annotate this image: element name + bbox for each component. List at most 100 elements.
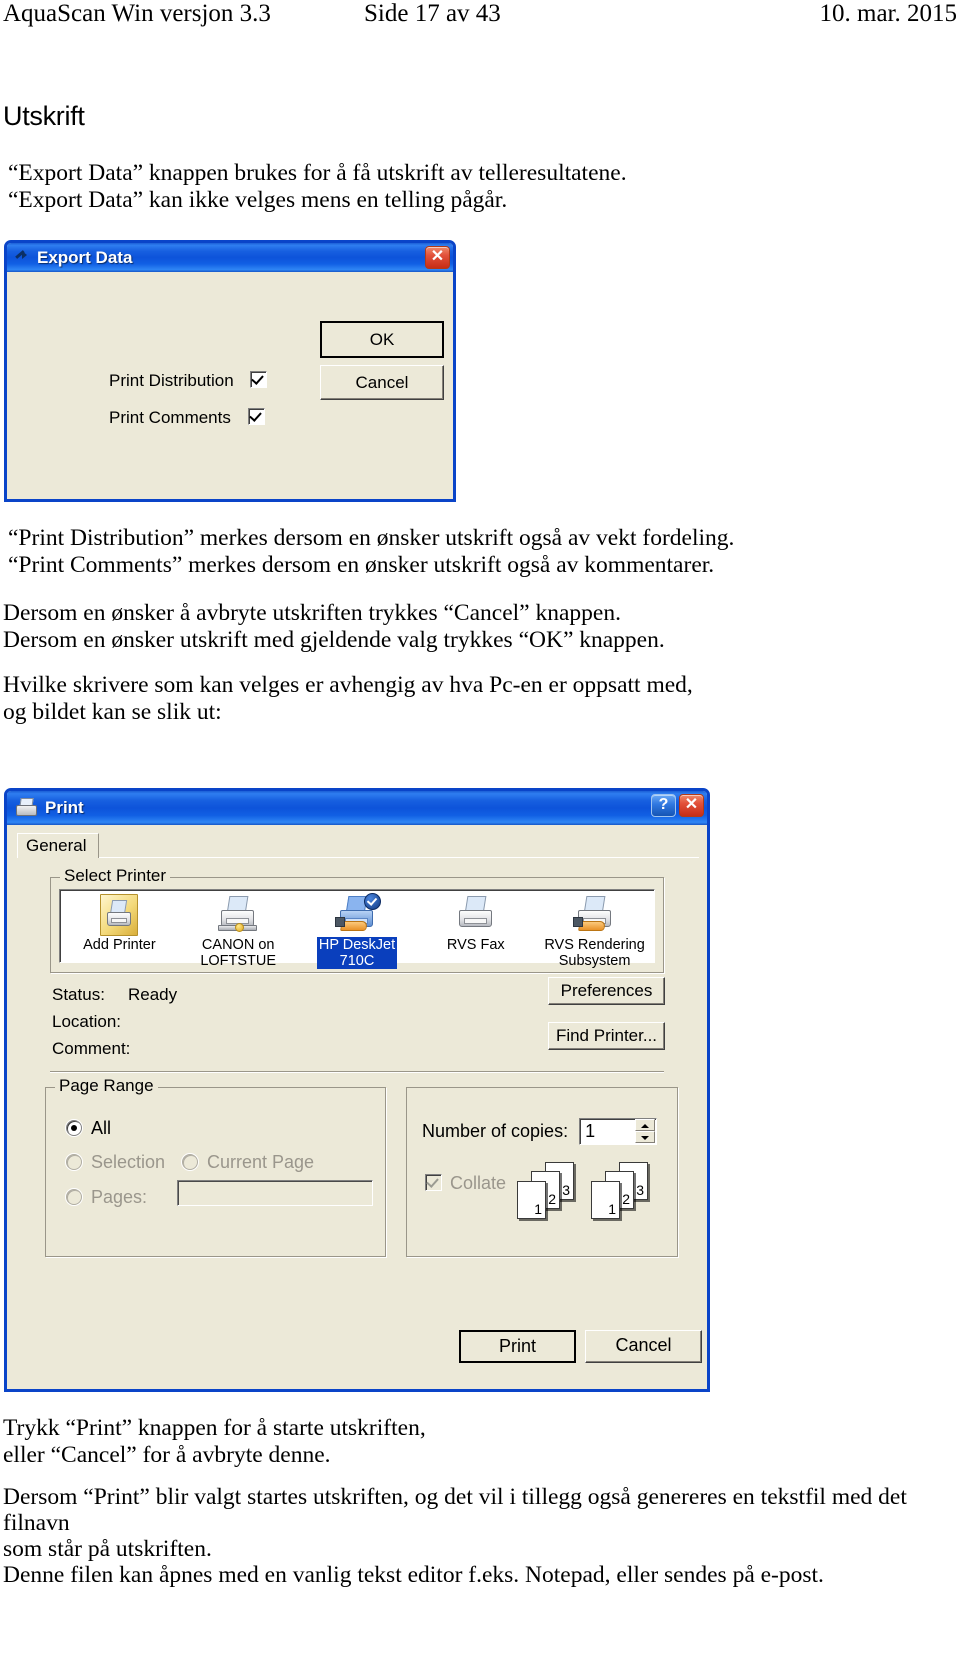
paragraph-after-export-3: Hvilke skrivere som kan velges er avheng… <box>3 672 693 725</box>
radio-current-page-row: Current Page <box>182 1152 314 1173</box>
add-printer-icon <box>96 894 142 936</box>
location-row: Location: <box>52 1008 177 1035</box>
print-comments-checkbox[interactable] <box>247 408 265 425</box>
collate-label: Collate <box>450 1173 507 1193</box>
export-data-dialog: Export Data ✕ OK Cancel Print Distributi… <box>4 240 456 502</box>
printer-icon <box>15 798 37 818</box>
print-button[interactable]: Print <box>459 1330 576 1363</box>
print-cancel-button[interactable]: Cancel <box>585 1330 702 1363</box>
ok-button[interactable]: OK <box>320 321 444 358</box>
printer-icon <box>215 895 261 935</box>
tabstrip: General <box>17 833 699 858</box>
printer-item-hp-deskjet[interactable]: HP DeskJet 710C <box>298 893 417 969</box>
printer-icon <box>453 895 499 935</box>
select-printer-group: Select Printer Add Printer CANON on LOFT… <box>50 866 664 973</box>
radio-current-page-label: Current Page <box>207 1152 315 1172</box>
tab-general[interactable]: General <box>17 833 100 858</box>
printer-item-canon[interactable]: CANON on LOFTSTUE <box>179 895 298 969</box>
radio-pages-label: Pages: <box>91 1187 148 1207</box>
printer-icon-selected <box>334 893 381 935</box>
collate-stack-2: 3 2 1 <box>591 1162 657 1224</box>
collate-page-number: 2 <box>622 1191 630 1207</box>
print-dialog: Print ? ✕ General Select Printer Add Pri… <box>4 788 710 1392</box>
export-dialog-body: OK Cancel Print Distribution Print Comme… <box>7 272 453 499</box>
copies-value[interactable]: 1 <box>585 1121 595 1142</box>
header-page-number: Side 17 av 43 <box>364 0 501 27</box>
printer-label: CANON on LOFTSTUE <box>200 937 277 969</box>
copies-row: Number of copies: 1 <box>422 1118 658 1145</box>
print-dialog-titlebar: Print ? ✕ <box>7 791 707 825</box>
print-distribution-checkbox-row[interactable]: Print Distribution <box>109 371 268 391</box>
tail-paragraph-1: Trykk “Print” knappen for å starte utskr… <box>3 1415 426 1468</box>
printer-status-block: Status: Ready Location: Comment: <box>52 981 177 1062</box>
print-dialog-title: Print <box>45 798 84 817</box>
radio-pages-row: Pages: <box>66 1187 147 1208</box>
collate-checkbox <box>425 1174 442 1191</box>
collate-page-number: 3 <box>636 1182 644 1198</box>
print-dialog-body: General Select Printer Add Printer CANON… <box>7 825 707 1389</box>
printer-label: RVS Fax <box>446 937 505 953</box>
page-range-label: Page Range <box>55 1076 158 1096</box>
status-label: Status: <box>52 985 105 1004</box>
select-printer-label: Select Printer <box>60 866 171 886</box>
export-dialog-title: Export Data <box>37 247 133 267</box>
status-value: Ready <box>128 985 178 1004</box>
close-icon[interactable]: ✕ <box>425 246 450 269</box>
cancel-button[interactable]: Cancel <box>320 365 444 400</box>
copies-stepper[interactable]: 1 <box>579 1118 658 1145</box>
comment-label: Comment: <box>52 1039 131 1058</box>
collate-page-number: 2 <box>548 1191 556 1207</box>
pages-input[interactable] <box>177 1180 373 1206</box>
printer-label: HP DeskJet 710C <box>316 937 398 969</box>
print-comments-label: Print Comments <box>109 408 231 427</box>
header-app-title: AquaScan Win versjon 3.3 <box>3 0 271 27</box>
default-printer-check-icon <box>363 893 381 910</box>
export-dialog-titlebar: Export Data ✕ <box>7 243 453 272</box>
radio-all-row[interactable]: All <box>66 1118 111 1139</box>
page-header: AquaScan Win versjon 3.3 Side 17 av 43 1… <box>0 0 960 34</box>
header-date: 10. mar. 2015 <box>819 0 958 27</box>
section-divider <box>50 1071 664 1072</box>
status-row: Status: Ready <box>52 981 177 1008</box>
printer-list[interactable]: Add Printer CANON on LOFTSTUE HP DeskJet… <box>59 889 655 969</box>
copies-group: Number of copies: 1 Collate 3 2 1 3 2 1 <box>406 1087 678 1257</box>
comment-row: Comment: <box>52 1035 177 1062</box>
print-distribution-label: Print Distribution <box>109 371 234 390</box>
collate-page-number: 1 <box>534 1201 542 1217</box>
paragraph-after-export-2: Dersom en ønsker å avbryte utskriften tr… <box>3 600 665 653</box>
export-window-icon <box>13 250 29 266</box>
spinner-buttons[interactable] <box>635 1119 656 1144</box>
radio-selection-label: Selection <box>91 1152 166 1172</box>
spinner-up-icon[interactable] <box>635 1119 656 1131</box>
radio-all-label: All <box>91 1118 112 1138</box>
copies-label: Number of copies: <box>422 1121 569 1141</box>
collate-illustration: 3 2 1 3 2 1 <box>517 1162 657 1224</box>
intro-paragraph: “Export Data” knappen brukes for å få ut… <box>8 160 627 213</box>
radio-pages <box>66 1189 82 1205</box>
printer-label: Add Printer <box>83 937 156 953</box>
collate-page-number: 1 <box>608 1201 616 1217</box>
preferences-button[interactable]: Preferences <box>548 977 665 1005</box>
radio-current-page <box>182 1154 198 1170</box>
printer-item-add-printer[interactable]: Add Printer <box>60 894 179 962</box>
help-icon[interactable]: ? <box>651 794 676 817</box>
find-printer-button[interactable]: Find Printer... <box>548 1022 665 1050</box>
printer-icon <box>572 895 618 935</box>
close-icon[interactable]: ✕ <box>679 794 704 817</box>
page-title: Utskrift <box>3 101 85 131</box>
location-label: Location: <box>52 1012 121 1031</box>
printer-item-rvs-fax[interactable]: RVS Fax <box>416 895 535 962</box>
collate-page-number: 3 <box>562 1182 570 1198</box>
paragraph-after-export-1: “Print Distribution” merkes dersom en øn… <box>8 525 735 578</box>
radio-selection <box>66 1154 82 1170</box>
print-comments-checkbox-row[interactable]: Print Comments <box>109 408 265 428</box>
collate-row: Collate <box>425 1173 506 1194</box>
collate-stack-1: 3 2 1 <box>517 1162 583 1224</box>
tail-paragraph-2: Dersom “Print” blir valgt startes utskri… <box>3 1484 907 1588</box>
radio-selection-row: Selection <box>66 1152 165 1173</box>
page-range-group: Page Range All Selection Current Page Pa… <box>45 1076 386 1257</box>
spinner-down-icon[interactable] <box>635 1131 656 1143</box>
radio-all[interactable] <box>66 1120 82 1136</box>
print-distribution-checkbox[interactable] <box>250 371 268 388</box>
printer-item-rvs-rendering[interactable]: RVS Rendering Subsystem <box>535 895 654 969</box>
